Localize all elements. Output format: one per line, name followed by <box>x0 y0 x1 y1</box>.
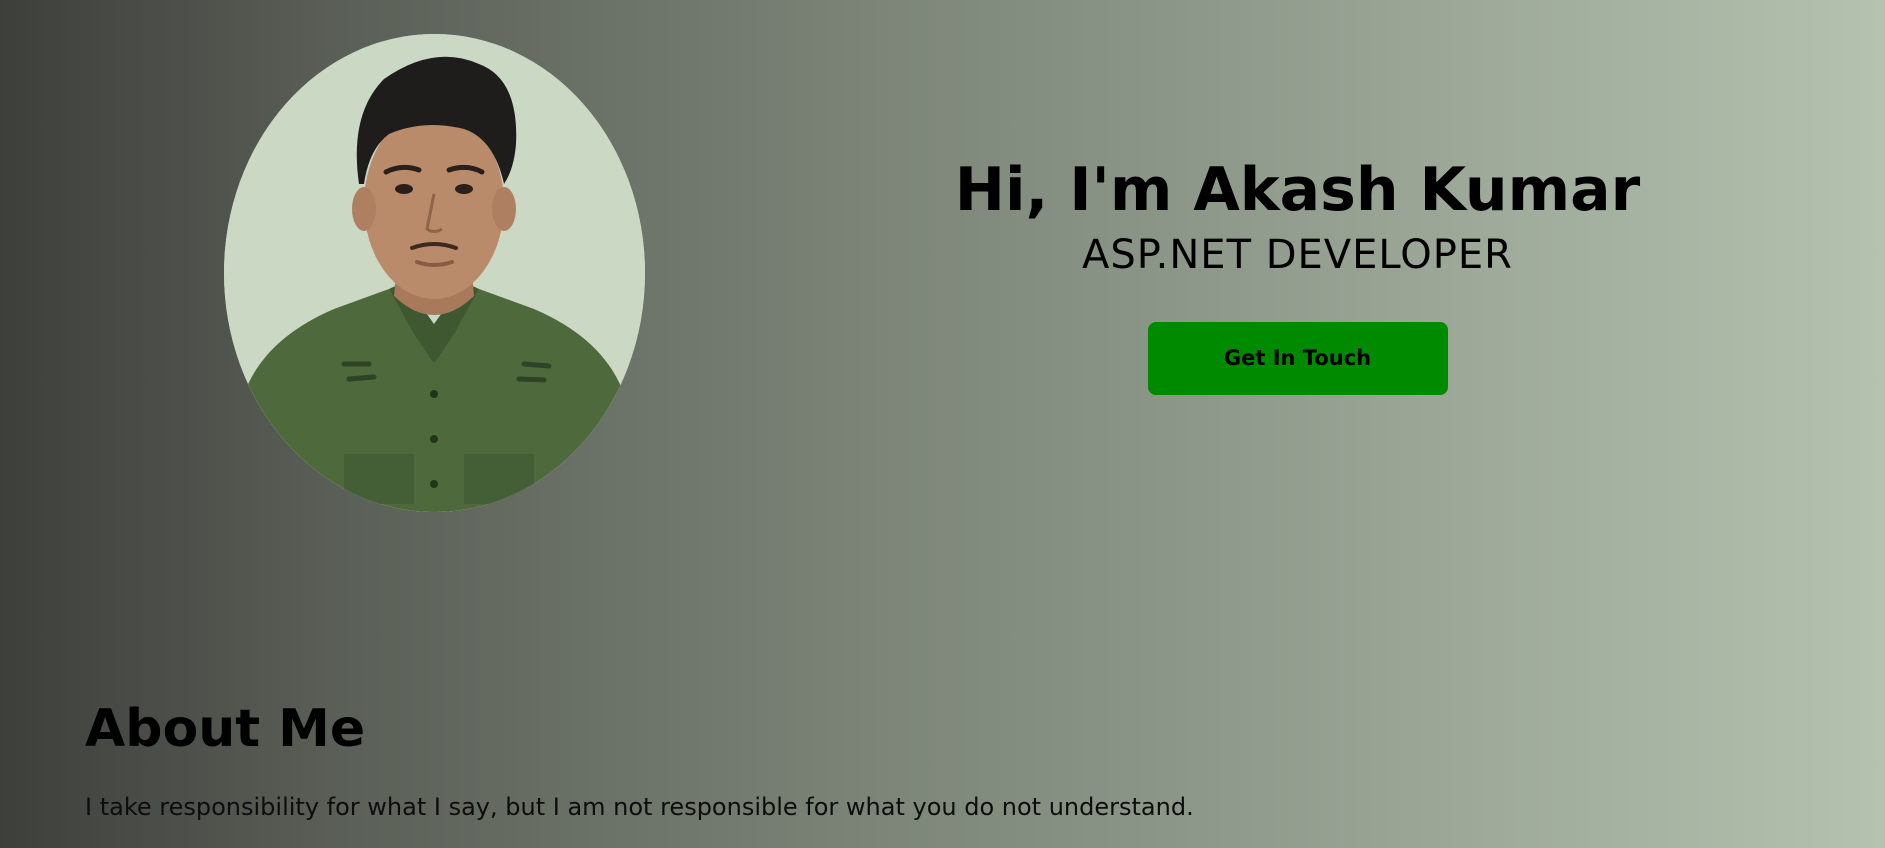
hero-role: ASP.NET DEVELOPER <box>1082 232 1513 278</box>
get-in-touch-button[interactable]: Get In Touch <box>1147 322 1448 395</box>
hero-intro: Hi, I'm Akash Kumar ASP.NET DEVELOPER Ge… <box>880 148 1715 395</box>
hero-section: Hi, I'm Akash Kumar ASP.NET DEVELOPER Ge… <box>0 0 1885 560</box>
about-title: About Me <box>85 699 366 759</box>
about-body: I take responsibility for what I say, bu… <box>85 793 1194 821</box>
about-section: About Me I take responsibility for what … <box>85 690 1805 822</box>
hero-greeting: Hi, I'm Akash Kumar <box>954 155 1641 225</box>
profile-photo-icon <box>224 34 645 512</box>
profile-avatar <box>224 34 645 512</box>
